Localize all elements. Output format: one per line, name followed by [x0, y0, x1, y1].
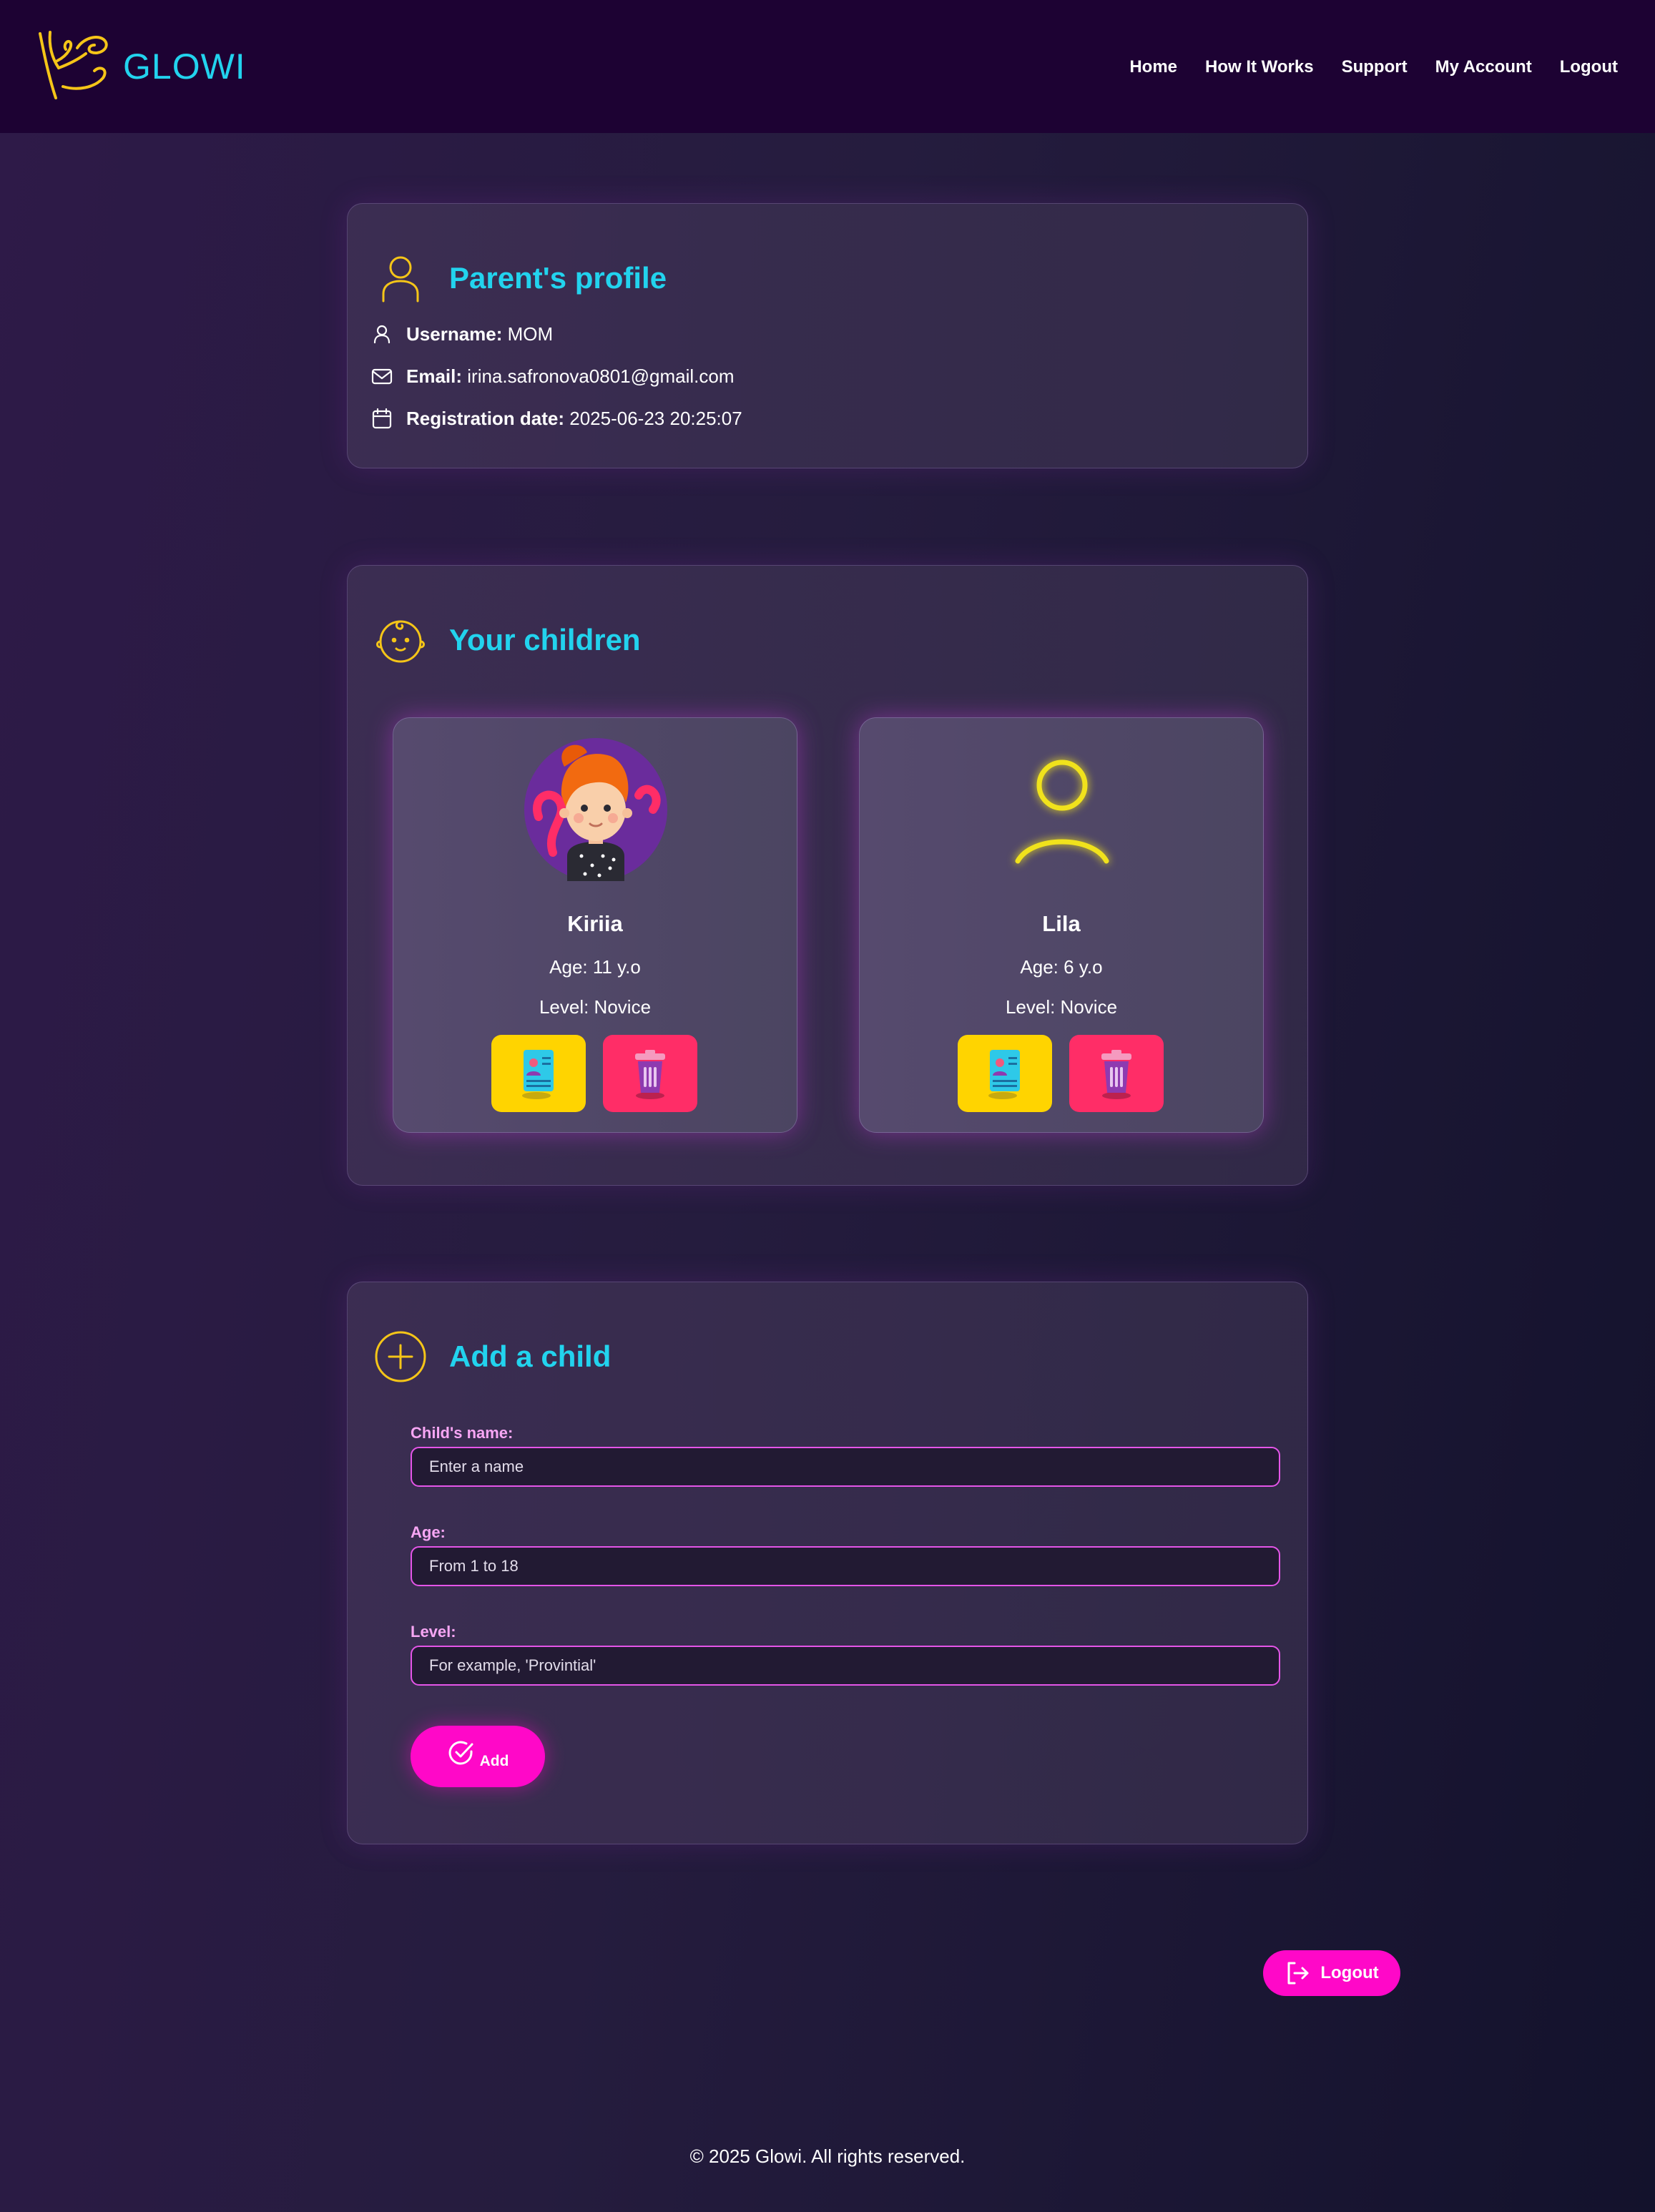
- logout-button[interactable]: Logout: [1263, 1950, 1400, 1996]
- add-child-title-row: Add a child: [373, 1329, 611, 1384]
- logout-icon: [1287, 1962, 1309, 1985]
- registration-label: Registration date:: [406, 407, 565, 429]
- child-name-input[interactable]: [411, 1447, 1280, 1487]
- profile-document-icon: [522, 1050, 554, 1099]
- top-header: GLOWI Home How It Works Support My Accou…: [0, 0, 1655, 133]
- user-icon: [382, 256, 419, 303]
- nav-home[interactable]: Home: [1129, 57, 1177, 77]
- children-card: Your children Kiriia Age: 11 y.o Level: …: [347, 565, 1308, 1186]
- add-child-card: Add a child Child's name: Age: Level: Ad…: [347, 1282, 1308, 1844]
- username-row: Username: MOM: [370, 323, 553, 345]
- brand-name: GLOWI: [123, 46, 246, 87]
- delete-child-button[interactable]: [1069, 1035, 1164, 1112]
- delete-child-button[interactable]: [603, 1035, 697, 1112]
- age-label: Age:: [411, 1523, 446, 1541]
- main-nav: Home How It Works Support My Account Log…: [1129, 57, 1618, 77]
- username-value: MOM: [507, 323, 554, 345]
- plus-circle-icon: [375, 1331, 426, 1382]
- add-button-label: Add: [479, 1753, 509, 1769]
- children-title-row: Your children: [373, 613, 641, 667]
- logout-label: Logout: [1320, 1963, 1379, 1982]
- nav-support[interactable]: Support: [1342, 57, 1408, 77]
- registration-value: 2025-06-23 20:25:07: [569, 407, 742, 429]
- user-small-icon: [373, 325, 391, 344]
- child-level: Level: Novice: [1005, 996, 1118, 1018]
- child-name: Kiriia: [567, 911, 623, 936]
- child-age: Age: 6 y.o: [1020, 956, 1103, 978]
- add-child-title: Add a child: [449, 1340, 612, 1373]
- trash-icon: [1101, 1050, 1131, 1099]
- profile-title: Parent's profile: [449, 261, 667, 295]
- brand[interactable]: GLOWI: [34, 26, 246, 107]
- parent-profile-card: Parent's profile Username: MOM Email: ir…: [347, 203, 1308, 468]
- calendar-icon: [372, 408, 392, 429]
- email-row: Email: irina.safronova0801@gmail.com: [370, 365, 735, 388]
- email-label: Email:: [406, 365, 463, 387]
- age-input[interactable]: [411, 1546, 1280, 1586]
- trash-icon: [635, 1050, 665, 1099]
- child-age: Age: 11 y.o: [549, 956, 641, 978]
- registration-row: Registration date: 2025-06-23 20:25:07: [370, 407, 742, 430]
- level-label: Level:: [411, 1623, 456, 1641]
- check-circle-icon: [448, 1741, 473, 1765]
- view-child-profile-button[interactable]: [958, 1035, 1052, 1112]
- child-level: Level: Novice: [539, 996, 652, 1018]
- level-input[interactable]: [411, 1646, 1280, 1686]
- nav-how-it-works[interactable]: How It Works: [1205, 57, 1314, 77]
- user-outline-icon: [1015, 760, 1109, 864]
- profile-title-row: Parent's profile: [373, 251, 667, 305]
- add-child-button[interactable]: Add: [411, 1726, 545, 1787]
- child-card: Lila Age: 6 y.o Level: Novice: [859, 717, 1264, 1133]
- child-name: Lila: [1042, 911, 1081, 936]
- nav-logout[interactable]: Logout: [1560, 57, 1618, 77]
- email-value: irina.safronova0801@gmail.com: [467, 365, 735, 387]
- mail-icon: [371, 368, 393, 385]
- username-label: Username:: [406, 323, 503, 345]
- nav-my-account[interactable]: My Account: [1435, 57, 1532, 77]
- baby-face-icon: [376, 620, 425, 663]
- gymnast-logo-icon: [39, 31, 108, 99]
- girl-avatar: [524, 738, 667, 881]
- child-card: Kiriia Age: 11 y.o Level: Novice: [393, 717, 797, 1133]
- child-name-label: Child's name:: [411, 1424, 514, 1442]
- profile-document-icon: [988, 1050, 1020, 1099]
- footer-copyright: © 2025 Glowi. All rights reserved.: [689, 2145, 966, 2167]
- view-child-profile-button[interactable]: [491, 1035, 586, 1112]
- children-title: Your children: [449, 623, 641, 657]
